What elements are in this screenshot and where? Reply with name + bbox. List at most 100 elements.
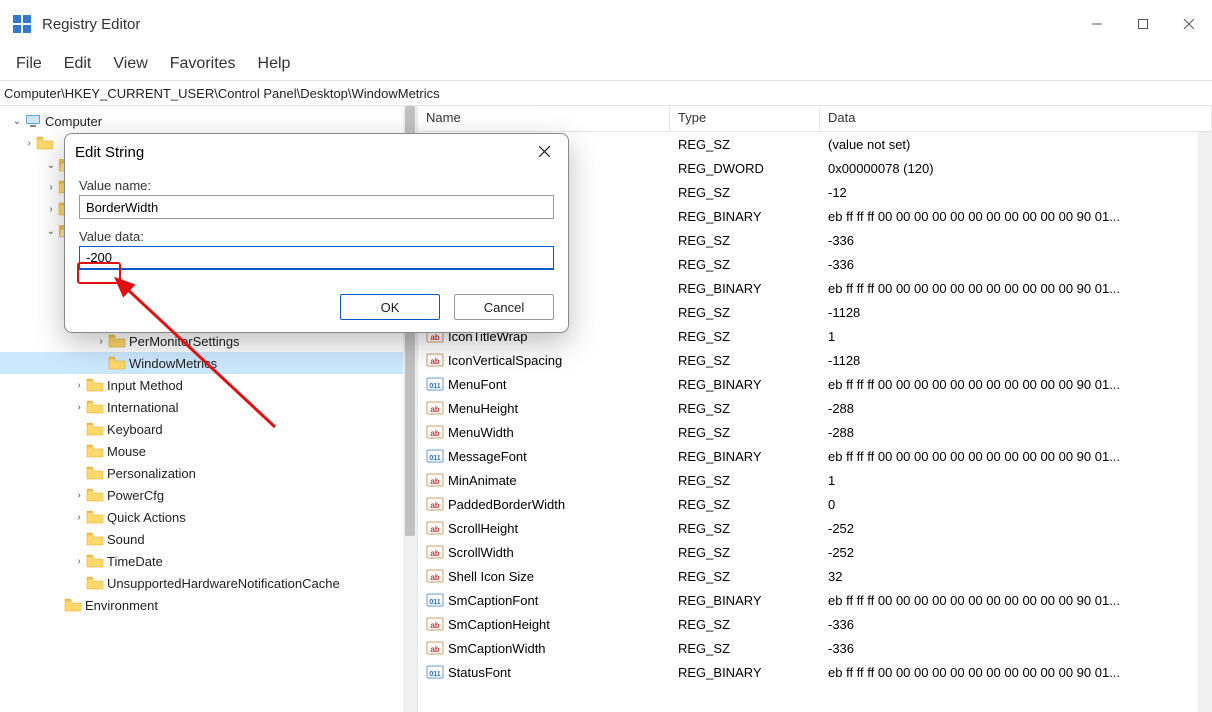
chevron-icon[interactable]: ›	[72, 490, 86, 501]
value-data: 1	[820, 473, 1212, 488]
binary-value-icon: 011	[426, 591, 444, 609]
menu-help[interactable]: Help	[248, 51, 301, 77]
computer-icon	[24, 113, 42, 129]
close-button[interactable]	[1166, 4, 1212, 44]
string-value-icon: ab	[426, 543, 444, 561]
tree-row[interactable]: ›PowerCfg	[0, 484, 417, 506]
chevron-down-icon[interactable]: ⌄	[10, 116, 24, 127]
dialog-close-button[interactable]	[530, 144, 558, 160]
value-name: MenuHeight	[448, 401, 518, 416]
ok-button[interactable]: OK	[340, 294, 440, 320]
chevron-icon[interactable]: ›	[44, 204, 58, 215]
value-name: Shell Icon Size	[448, 569, 534, 584]
chevron-icon[interactable]: ›	[72, 512, 86, 523]
tree-row[interactable]: Keyboard	[0, 418, 417, 440]
tree-row[interactable]: Mouse	[0, 440, 417, 462]
registry-editor-icon	[12, 14, 32, 34]
chevron-icon[interactable]: ⌄	[44, 160, 58, 171]
tree-row[interactable]: WindowMetrics	[0, 352, 417, 374]
list-row[interactable]: 011StatusFontREG_BINARYeb ff ff ff 00 00…	[418, 660, 1212, 684]
menu-favorites[interactable]: Favorites	[160, 51, 246, 77]
value-data-field[interactable]	[79, 246, 554, 270]
value-name: SmCaptionHeight	[448, 617, 550, 632]
list-row[interactable]: abIconVerticalSpacingREG_SZ-1128	[418, 348, 1212, 372]
list-row[interactable]: abPaddedBorderWidthREG_SZ0	[418, 492, 1212, 516]
chevron-icon[interactable]: ›	[94, 336, 108, 347]
menu-edit[interactable]: Edit	[54, 51, 102, 77]
value-type: REG_SZ	[670, 401, 820, 416]
chevron-icon[interactable]: ›	[72, 402, 86, 413]
column-type[interactable]: Type	[670, 106, 820, 131]
svg-text:011: 011	[429, 671, 440, 678]
tree-row[interactable]: Personalization	[0, 462, 417, 484]
tree-row[interactable]: ›Quick Actions	[0, 506, 417, 528]
minimize-button[interactable]	[1074, 4, 1120, 44]
svg-text:ab: ab	[430, 621, 439, 630]
tree-row[interactable]: ›TimeDate	[0, 550, 417, 572]
tree-row[interactable]: ›PerMonitorSettings	[0, 330, 417, 352]
svg-text:ab: ab	[430, 573, 439, 582]
list-row[interactable]: abMinAnimateREG_SZ1	[418, 468, 1212, 492]
chevron-icon[interactable]: ›	[72, 556, 86, 567]
value-data: (value not set)	[820, 137, 1212, 152]
tree-row[interactable]: ›Input Method	[0, 374, 417, 396]
tree-label: Computer	[45, 114, 102, 129]
tree-label: Sound	[107, 532, 145, 547]
value-data: 0	[820, 497, 1212, 512]
chevron-icon[interactable]: ›	[44, 182, 58, 193]
list-row[interactable]: abMenuWidthREG_SZ-288	[418, 420, 1212, 444]
list-row[interactable]: abSmCaptionWidthREG_SZ-336	[418, 636, 1212, 660]
value-name-label: Value name:	[79, 178, 554, 193]
value-data: eb ff ff ff 00 00 00 00 00 00 00 00 00 0…	[820, 665, 1212, 680]
svg-text:ab: ab	[430, 501, 439, 510]
value-name-field[interactable]	[79, 195, 554, 219]
menu-view[interactable]: View	[103, 51, 157, 77]
value-type: REG_SZ	[670, 257, 820, 272]
value-data: -336	[820, 617, 1212, 632]
list-row[interactable]: 011MenuFontREG_BINARYeb ff ff ff 00 00 0…	[418, 372, 1212, 396]
string-value-icon: ab	[426, 351, 444, 369]
string-value-icon: ab	[426, 399, 444, 417]
value-type: REG_DWORD	[670, 161, 820, 176]
address-bar[interactable]: Computer\HKEY_CURRENT_USER\Control Panel…	[0, 80, 1212, 106]
column-data[interactable]: Data	[820, 106, 1212, 131]
dialog-body: Value name: Value data:	[65, 170, 568, 280]
value-type: REG_BINARY	[670, 449, 820, 464]
list-row[interactable]: abScrollHeightREG_SZ-252	[418, 516, 1212, 540]
value-type: REG_BINARY	[670, 281, 820, 296]
list-row[interactable]: abScrollWidthREG_SZ-252	[418, 540, 1212, 564]
chevron-icon[interactable]: ⌄	[44, 226, 58, 237]
tree-label: Environment	[85, 598, 158, 613]
value-name: ScrollWidth	[448, 545, 514, 560]
list-row[interactable]: abShell Icon SizeREG_SZ32	[418, 564, 1212, 588]
list-row[interactable]: 011SmCaptionFontREG_BINARYeb ff ff ff 00…	[418, 588, 1212, 612]
dialog-buttons: OK Cancel	[340, 294, 554, 320]
value-type: REG_SZ	[670, 497, 820, 512]
list-scrollbar[interactable]	[1198, 132, 1212, 712]
tree-row[interactable]: Environment	[0, 594, 417, 616]
chevron-icon[interactable]: ›	[22, 138, 36, 149]
tree-row[interactable]: ›International	[0, 396, 417, 418]
tree-label: UnsupportedHardwareNotificationCache	[107, 576, 340, 591]
dialog-titlebar: Edit String	[65, 134, 568, 170]
list-row[interactable]: 011MessageFontREG_BINARYeb ff ff ff 00 0…	[418, 444, 1212, 468]
tree-row[interactable]: UnsupportedHardwareNotificationCache	[0, 572, 417, 594]
cancel-button[interactable]: Cancel	[454, 294, 554, 320]
binary-value-icon: 011	[426, 375, 444, 393]
value-name: ScrollHeight	[448, 521, 518, 536]
menu-file[interactable]: File	[6, 51, 52, 77]
value-type: REG_SZ	[670, 353, 820, 368]
value-data: -336	[820, 257, 1212, 272]
column-name[interactable]: Name	[418, 106, 670, 131]
value-data: eb ff ff ff 00 00 00 00 00 00 00 00 00 0…	[820, 593, 1212, 608]
tree-row[interactable]: Sound	[0, 528, 417, 550]
chevron-icon[interactable]: ›	[72, 380, 86, 391]
value-data: eb ff ff ff 00 00 00 00 00 00 00 00 00 0…	[820, 449, 1212, 464]
maximize-button[interactable]	[1120, 4, 1166, 44]
list-row[interactable]: abSmCaptionHeightREG_SZ-336	[418, 612, 1212, 636]
tree-row-computer[interactable]: ⌄ Computer	[0, 110, 417, 132]
value-name: SmCaptionFont	[448, 593, 538, 608]
tree-label: Keyboard	[107, 422, 163, 437]
list-row[interactable]: abMenuHeightREG_SZ-288	[418, 396, 1212, 420]
edit-string-dialog: Edit String Value name: Value data: OK C…	[64, 133, 569, 333]
